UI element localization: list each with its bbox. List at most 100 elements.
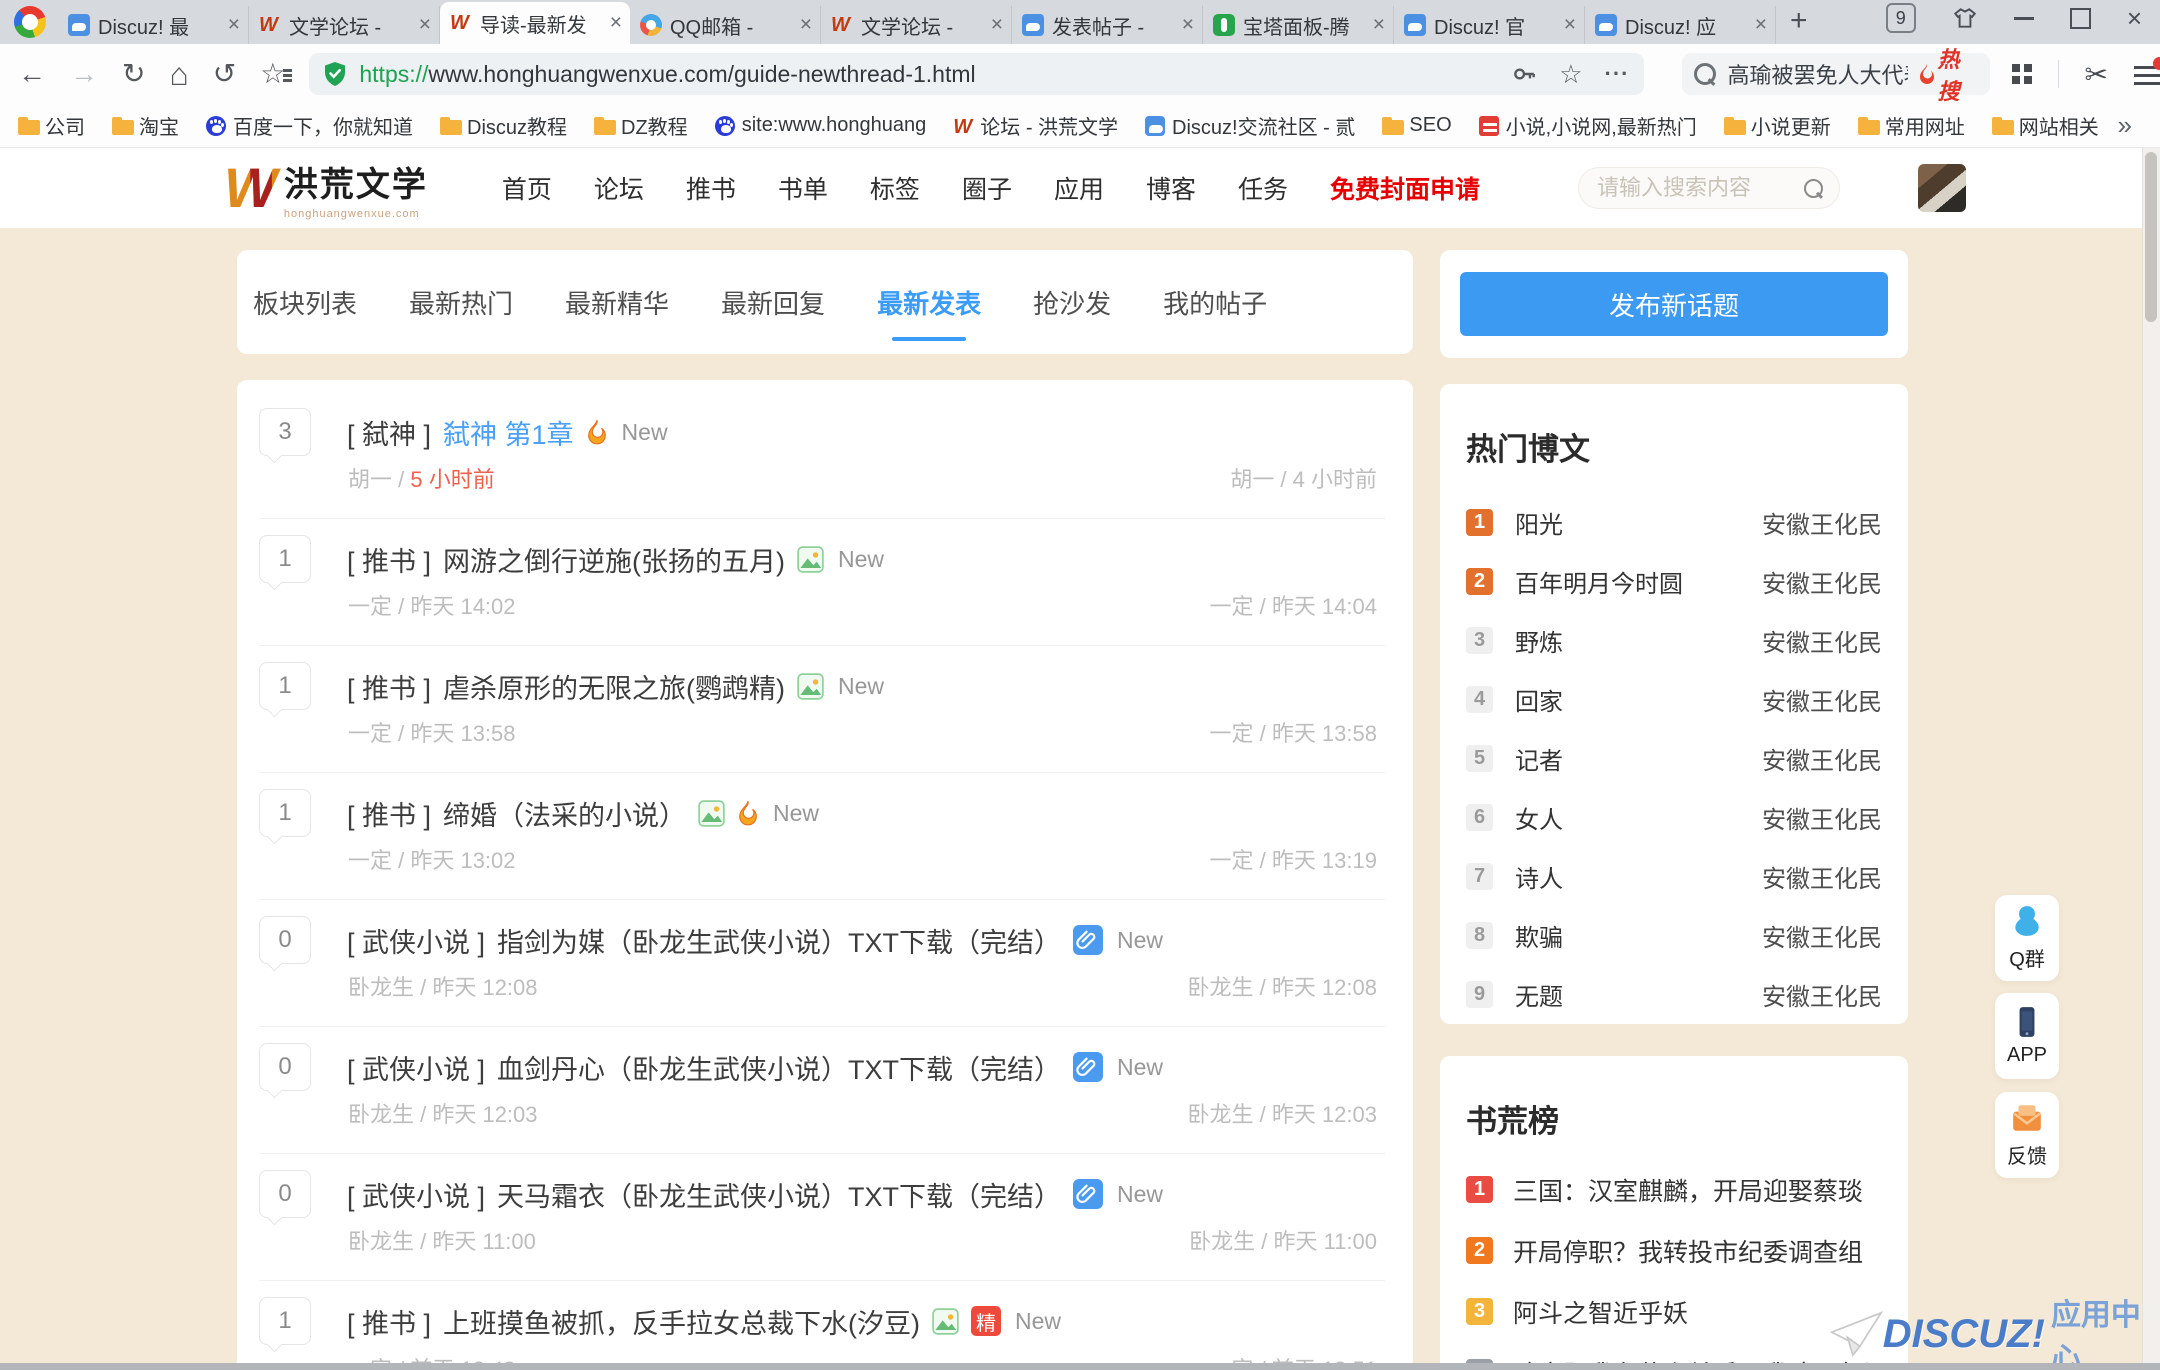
hot-post-item[interactable]: 8 欺骗 安徽王化民 [1466,906,1882,965]
forum-tab[interactable]: 我的帖子 [1163,284,1267,321]
tab-close-icon[interactable] [1182,13,1194,37]
thread-title-link[interactable]: 缔婚（法采的小说） [443,794,686,833]
thread-lastreply-time[interactable]: 卧龙生 / 昨天 12:08 [1187,970,1377,1002]
thread-author-time[interactable]: 卧龙生 / 昨天 11:00 [348,1224,536,1256]
thread-category[interactable]: [ 推书 ] [347,1302,431,1341]
hot-post-item[interactable]: 2 百年明月今时圆 安徽王化民 [1466,552,1882,611]
forum-tab[interactable]: 最新精华 [565,284,669,321]
nav-item[interactable]: 博客 [1146,170,1196,206]
forum-tab[interactable]: 最新发表 [877,284,981,321]
bookmark-item[interactable]: 网站相关 [1992,111,2099,140]
hot-post-title[interactable]: 野炼 [1515,623,1563,658]
site-search-input[interactable] [1595,174,1779,202]
tab-close-icon[interactable] [1564,13,1576,37]
thread-lastreply-time[interactable]: 卧龙生 / 昨天 11:00 [1189,1224,1377,1256]
thread-author-time[interactable]: 胡一 / 5 小时前 [348,462,495,494]
forum-tab[interactable]: 最新热门 [409,284,513,321]
hot-post-item[interactable]: 3 野炼 安徽王化民 [1466,611,1882,670]
browser-tab[interactable]: 文学论坛 - [249,6,440,44]
hot-post-title[interactable]: 回家 [1515,682,1563,717]
hot-post-item[interactable]: 5 记者 安徽王化民 [1466,729,1882,788]
thread-title-link[interactable]: 指剑为媒（卧龙生武侠小说）TXT下载（完结） [497,921,1061,960]
hot-post-author[interactable]: 安徽王化民 [1762,977,1882,1012]
bookmark-list-icon[interactable]: ☆ [260,60,285,88]
hot-post-author[interactable]: 安徽王化民 [1762,623,1882,658]
thread-category[interactable]: [ 推书 ] [347,667,431,706]
tab-close-icon[interactable] [228,13,240,37]
thread-title-link[interactable]: 虐杀原形的无限之旅(鹦鹉精) [443,667,785,706]
thread-category[interactable]: [ 武侠小说 ] [347,921,485,960]
new-tab-button[interactable] [1790,4,1808,38]
bookmark-item[interactable]: DZ教程 [594,111,688,140]
nav-item[interactable]: 首页 [502,170,552,206]
thread-lastreply-time[interactable]: 一定 / 昨天 13:58 [1209,716,1377,748]
hot-post-title[interactable]: 百年明月今时圆 [1515,564,1683,599]
password-key-icon[interactable] [1511,61,1537,87]
thread-title-link[interactable]: 上班摸鱼被抓，反手拉女总裁下水(汐豆) [443,1302,920,1341]
hot-post-author[interactable]: 安徽王化民 [1762,564,1882,599]
hot-post-author[interactable]: 安徽王化民 [1762,741,1882,776]
browser-tab[interactable]: 发表帖子 - [1012,6,1203,44]
thread-lastreply-time[interactable]: 胡一 / 4 小时前 [1230,462,1377,494]
bookmark-item[interactable]: 百度一下，你就知道 [206,111,413,140]
book-rank-item[interactable]: 3 阿斗之智近乎妖 [1466,1281,1882,1342]
browser-tab[interactable]: 文学论坛 - [821,6,1012,44]
maximize-button[interactable] [2070,8,2091,29]
browser-tab[interactable]: Discuz! 官 [1394,6,1585,44]
hot-post-title[interactable]: 记者 [1515,741,1563,776]
screenshot-scissors-icon[interactable] [2085,58,2108,91]
security-shield-icon[interactable] [323,61,347,87]
browser-tab[interactable]: Discuz! 最 [58,6,249,44]
tab-close-icon[interactable] [991,13,1003,37]
back-button[interactable]: ← [18,60,46,88]
bookmark-item[interactable]: 公司 [18,111,85,140]
bookmark-item[interactable]: 小说更新 [1724,111,1831,140]
floating-button[interactable]: Q群 [1995,895,2059,981]
browser-tab[interactable]: QQ邮箱 - [630,6,821,44]
hot-post-title[interactable]: 欺骗 [1515,918,1563,953]
hot-post-title[interactable]: 诗人 [1515,859,1563,894]
nav-item[interactable]: 圈子 [962,170,1012,206]
book-rank-item[interactable]: 2 开局停职？我转投市纪委调查组 [1466,1220,1882,1281]
browser-tab[interactable]: 导读-最新发 [440,2,630,44]
nav-item[interactable]: 书单 [778,170,828,206]
thread-author-time[interactable]: 一定 / 昨天 14:02 [348,589,516,621]
bookmarks-overflow-chevron[interactable]: » [2118,110,2132,141]
bookmark-item[interactable]: 淘宝 [112,111,179,140]
home-button[interactable]: ⌂ [169,58,188,90]
reload-button[interactable]: ↻ [122,60,145,88]
hot-post-author[interactable]: 安徽王化民 [1762,505,1882,540]
book-title[interactable]: 三国：汉室麒麟，开局迎娶蔡琰 [1513,1172,1863,1208]
tab-close-icon[interactable] [1755,13,1767,37]
hot-post-author[interactable]: 安徽王化民 [1762,918,1882,953]
hot-search-box[interactable]: 高瑜被罢免人大代表 热搜 [1682,53,1990,95]
thread-author-time[interactable]: 卧龙生 / 昨天 12:03 [348,1097,538,1129]
tab-close-icon[interactable] [1373,13,1385,37]
thread-author-time[interactable]: 一定 / 昨天 13:02 [348,843,516,875]
nav-free-cover-link[interactable]: 免费封面申请 [1330,170,1480,206]
thread-category[interactable]: [ 弑神 ] [347,413,431,452]
browser-tab[interactable]: Discuz! 应 [1585,6,1776,44]
nav-item[interactable]: 论坛 [594,170,644,206]
floating-button[interactable]: APP [1995,993,2059,1079]
nav-item[interactable]: 标签 [870,170,920,206]
bookmark-item[interactable]: SEO [1382,114,1451,137]
undo-closed-tab-button[interactable]: ↺ [213,60,236,88]
address-bar[interactable]: https://www.honghuangwenxue.com/guide-ne… [309,53,1643,95]
forward-button[interactable]: → [70,60,98,88]
forum-tab[interactable]: 抢沙发 [1033,284,1111,321]
close-window-button[interactable] [2127,8,2142,28]
thread-lastreply-time[interactable]: 卧龙生 / 昨天 12:03 [1187,1097,1377,1129]
bookmark-item[interactable]: 论坛 - 洪荒文学 [953,111,1118,140]
hot-post-title[interactable]: 无题 [1515,977,1563,1012]
bookmark-item[interactable]: 小说,小说网,最新热门 [1479,111,1697,140]
thread-author-time[interactable]: 一定 / 昨天 13:58 [348,716,516,748]
user-avatar[interactable] [1918,164,1966,212]
nav-item[interactable]: 应用 [1054,170,1104,206]
book-title[interactable]: 开局停职？我转投市纪委调查组 [1513,1233,1863,1269]
book-rank-item[interactable]: 1 三国：汉室麒麟，开局迎娶蔡琰 [1466,1159,1882,1220]
thread-title-link[interactable]: 天马霜衣（卧龙生武侠小说）TXT下载（完结） [497,1175,1061,1214]
bookmark-star-icon[interactable] [1559,59,1582,90]
floating-button[interactable]: 反馈 [1995,1092,2059,1178]
thread-category[interactable]: [ 武侠小说 ] [347,1175,485,1214]
